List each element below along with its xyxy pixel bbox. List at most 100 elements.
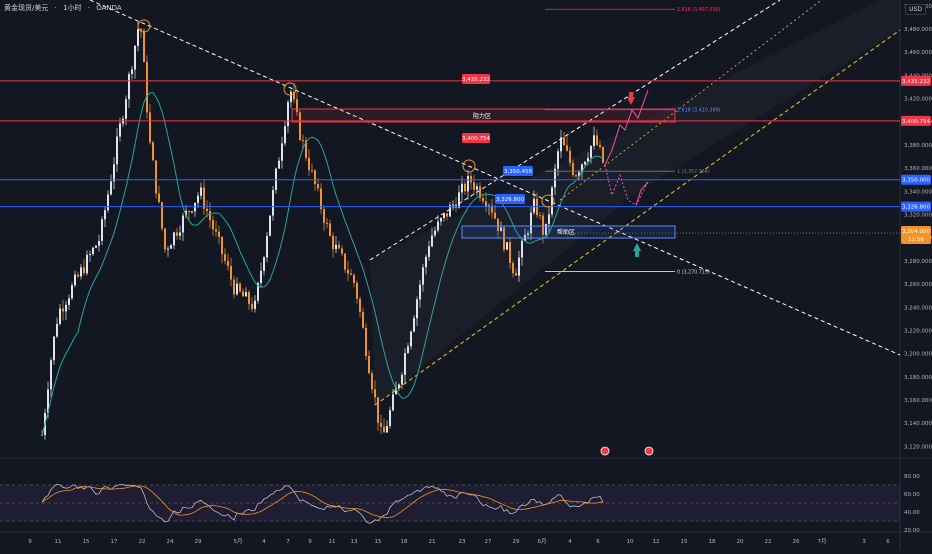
candle-body[interactable]: [416, 299, 418, 319]
candle-body[interactable]: [128, 74, 130, 100]
candle-body[interactable]: [134, 45, 136, 70]
candle-body[interactable]: [143, 30, 145, 62]
candle-body[interactable]: [602, 146, 604, 163]
candle-body[interactable]: [329, 223, 331, 236]
annotation-badge-3400[interactable]: 3,400.754: [462, 136, 490, 142]
candle-body[interactable]: [197, 195, 199, 203]
candle-body[interactable]: [272, 190, 274, 216]
candle-body[interactable]: [380, 422, 382, 427]
candle-body[interactable]: [245, 291, 247, 297]
candle-body[interactable]: [596, 135, 598, 145]
candle-body[interactable]: [371, 373, 373, 390]
candle-body[interactable]: [473, 182, 475, 190]
candle-body[interactable]: [482, 197, 484, 202]
candle-body[interactable]: [335, 244, 337, 250]
candle-body[interactable]: [290, 91, 292, 103]
candle-body[interactable]: [476, 186, 478, 190]
candle-body[interactable]: [518, 257, 520, 276]
candle-body[interactable]: [287, 102, 289, 127]
candle-body[interactable]: [164, 228, 166, 250]
candle-body[interactable]: [575, 174, 577, 177]
candle-body[interactable]: [365, 327, 367, 356]
candle-body[interactable]: [332, 235, 334, 250]
candle-body[interactable]: [71, 285, 73, 299]
candle-body[interactable]: [494, 212, 496, 219]
candle-body[interactable]: [599, 144, 601, 147]
candle-body[interactable]: [281, 143, 283, 161]
candle-body[interactable]: [203, 187, 205, 209]
candle-body[interactable]: [461, 183, 463, 193]
candle-body[interactable]: [434, 230, 436, 236]
event-marker-icon[interactable]: [600, 446, 610, 456]
candle-body[interactable]: [104, 210, 106, 220]
candle-body[interactable]: [443, 213, 445, 219]
event-marker-icon[interactable]: [644, 446, 654, 456]
candle-body[interactable]: [353, 274, 355, 283]
candle-body[interactable]: [389, 410, 391, 426]
candle-body[interactable]: [374, 389, 376, 398]
candle-body[interactable]: [98, 240, 100, 246]
candle-body[interactable]: [377, 397, 379, 423]
price-badge-support-lower[interactable]: 3,326.800: [902, 205, 930, 211]
candle-body[interactable]: [359, 298, 361, 312]
candle-body[interactable]: [512, 263, 514, 274]
candle-body[interactable]: [179, 232, 181, 236]
candle-body[interactable]: [593, 135, 595, 146]
candle-body[interactable]: [302, 140, 304, 142]
candle-body[interactable]: [464, 183, 466, 192]
candle-body[interactable]: [269, 215, 271, 236]
candle-body[interactable]: [308, 157, 310, 171]
candle-body[interactable]: [206, 208, 208, 212]
price-badge-support-upper[interactable]: 3,350.000: [902, 178, 930, 184]
candle-body[interactable]: [311, 170, 313, 172]
candle-body[interactable]: [341, 248, 343, 254]
interval-label[interactable]: 1小时: [63, 4, 81, 12]
candle-body[interactable]: [266, 235, 268, 258]
candle-body[interactable]: [191, 211, 193, 213]
candle-body[interactable]: [92, 247, 94, 254]
candle-body[interactable]: [182, 215, 184, 233]
candle-body[interactable]: [569, 150, 571, 163]
candle-body[interactable]: [149, 112, 151, 143]
candle-body[interactable]: [560, 137, 562, 152]
candle-body[interactable]: [125, 99, 127, 119]
candle-body[interactable]: [86, 254, 88, 274]
candle-body[interactable]: [80, 267, 82, 277]
candle-body[interactable]: [413, 318, 415, 332]
price-badge-resist-top[interactable]: 3,435.232: [902, 79, 930, 85]
candle-body[interactable]: [533, 198, 535, 213]
candle-body[interactable]: [386, 425, 388, 433]
candle-body[interactable]: [446, 213, 448, 217]
candle-body[interactable]: [101, 219, 103, 241]
candle-body[interactable]: [506, 242, 508, 250]
candle-body[interactable]: [467, 176, 469, 192]
candle-body[interactable]: [584, 161, 586, 165]
candle-body[interactable]: [278, 160, 280, 169]
candle-body[interactable]: [68, 298, 70, 305]
candle-body[interactable]: [230, 266, 232, 280]
candle-body[interactable]: [521, 240, 523, 258]
candle-body[interactable]: [419, 284, 421, 300]
candle-body[interactable]: [356, 282, 358, 299]
candle-body[interactable]: [227, 260, 229, 267]
symbol-header[interactable]: 黄金现货/美元 · 1小时 · OANDA: [4, 3, 126, 13]
candle-body[interactable]: [158, 193, 160, 203]
annotation-badge-3326[interactable]: 3,326.800: [496, 197, 524, 203]
candle-body[interactable]: [566, 145, 568, 151]
candle-body[interactable]: [458, 192, 460, 208]
candle-body[interactable]: [548, 214, 550, 224]
candle-body[interactable]: [350, 273, 352, 275]
candle-body[interactable]: [563, 137, 565, 146]
candle-body[interactable]: [62, 308, 64, 312]
candle-body[interactable]: [173, 232, 175, 246]
candle-body[interactable]: [428, 246, 430, 257]
candle-body[interactable]: [221, 236, 223, 255]
candle-body[interactable]: [152, 142, 154, 161]
candle-body[interactable]: [383, 426, 385, 433]
candle-body[interactable]: [113, 164, 115, 182]
candle-body[interactable]: [59, 308, 61, 324]
candle-body[interactable]: [209, 211, 211, 221]
candle-body[interactable]: [284, 126, 286, 144]
candle-body[interactable]: [236, 283, 238, 295]
candle-body[interactable]: [50, 360, 52, 390]
